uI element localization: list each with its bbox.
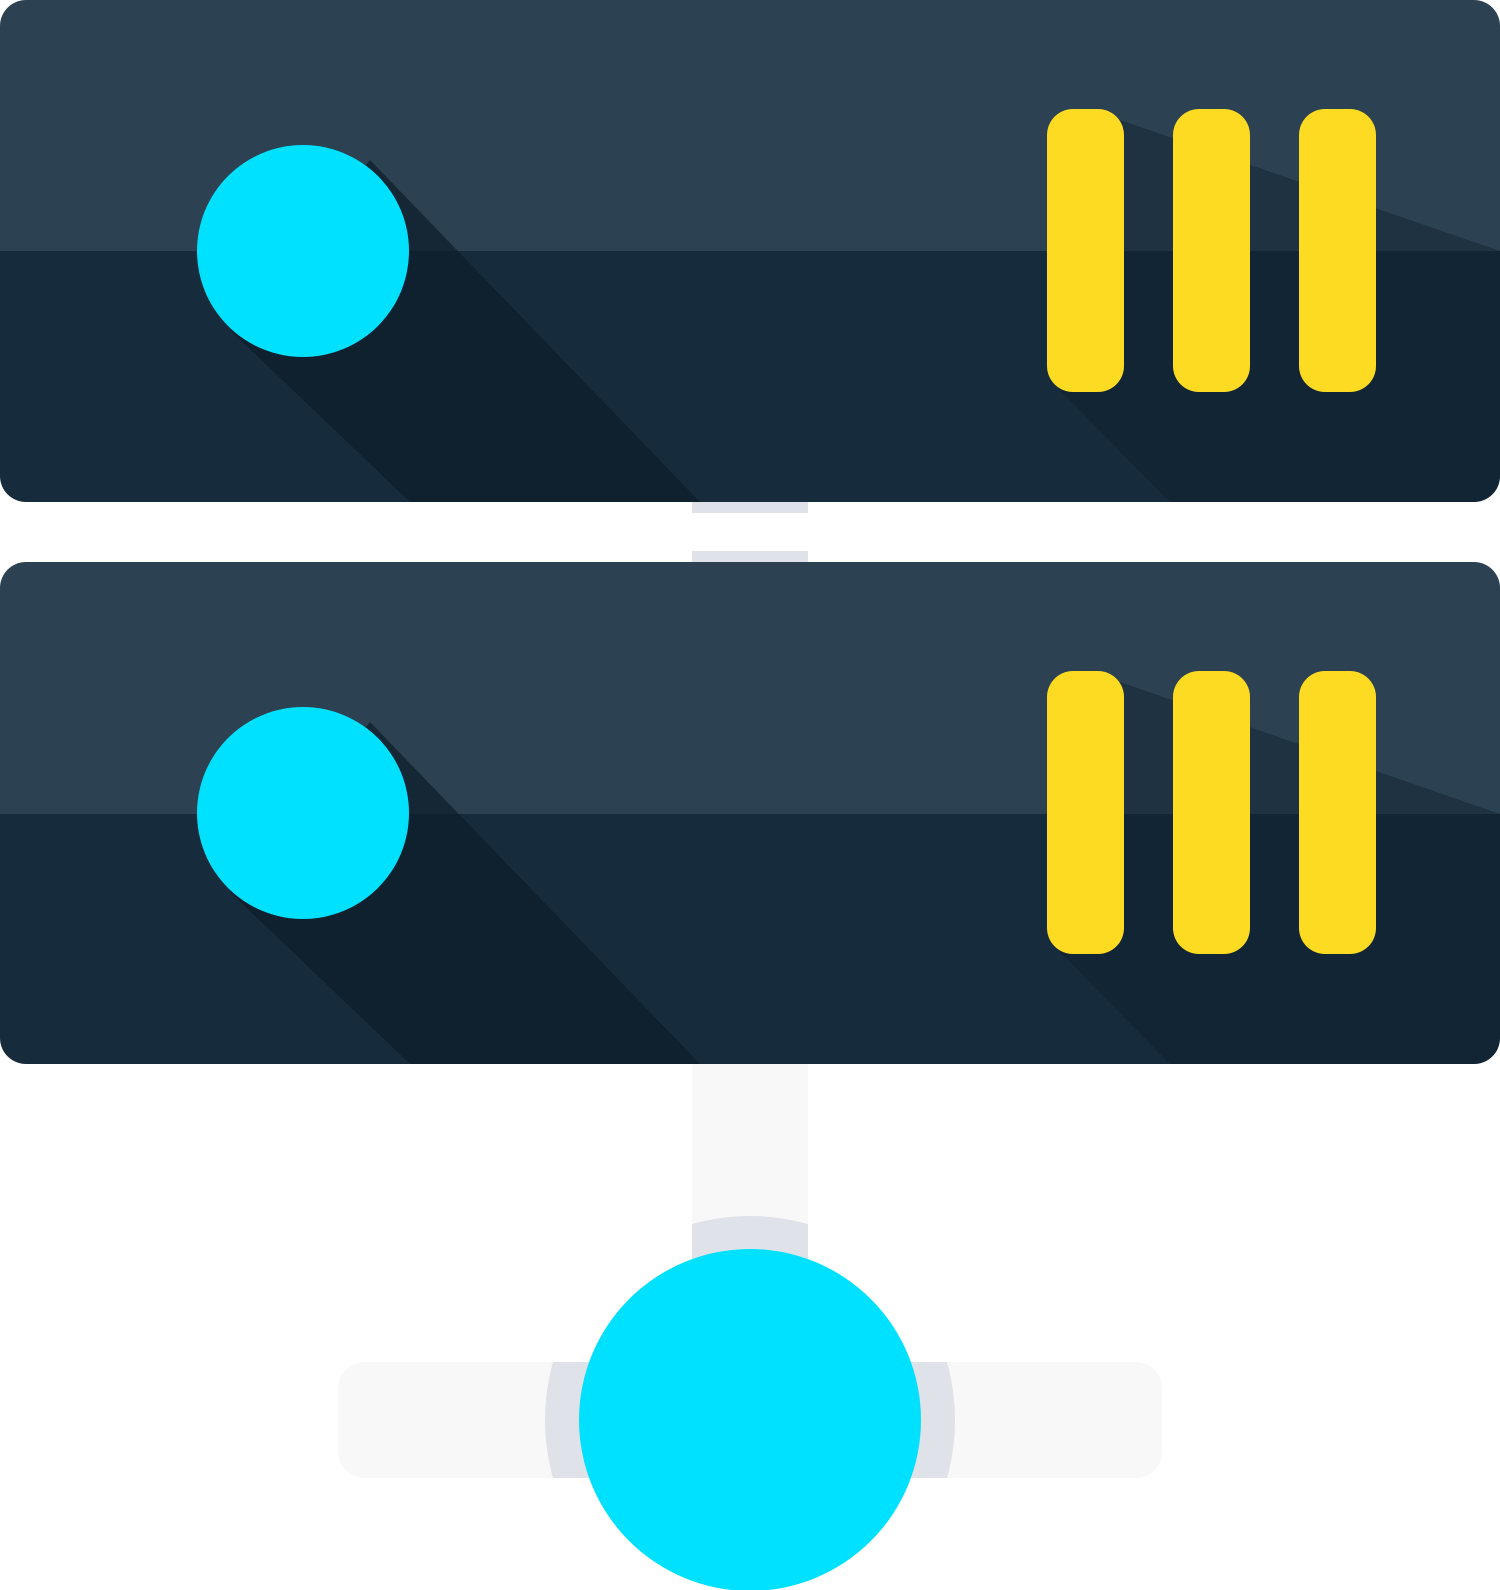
server-unit-2-drive-bay-1 bbox=[1047, 671, 1124, 954]
server-unit-1-indicator-light bbox=[197, 145, 409, 357]
server-unit-2 bbox=[0, 562, 1500, 1064]
server-network-illustration bbox=[0, 0, 1500, 1590]
server-unit-1 bbox=[0, 0, 1500, 502]
server-network-svg bbox=[0, 0, 1500, 1590]
server-unit-1-drive-bay-1 bbox=[1047, 109, 1124, 392]
network-hub-node bbox=[579, 1249, 921, 1590]
server-unit-1-drive-bay-2 bbox=[1173, 109, 1250, 392]
server-unit-1-drive-bay-3 bbox=[1299, 109, 1376, 392]
server-unit-2-drive-bay-2 bbox=[1173, 671, 1250, 954]
server-unit-2-indicator-light bbox=[197, 707, 409, 919]
server-unit-2-drive-bay-3 bbox=[1299, 671, 1376, 954]
